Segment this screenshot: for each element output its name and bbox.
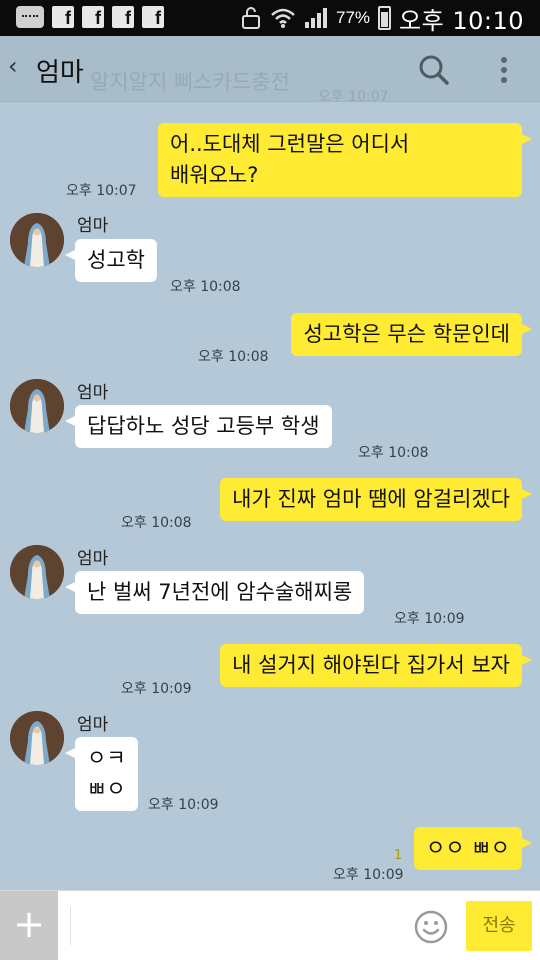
message-time: 오후 10:07 (66, 183, 137, 199)
message-text: 성고학은 무슨 학문인데 (303, 322, 510, 346)
notification-icons: f f f f (16, 6, 164, 28)
clock: 오후 10:10 (399, 6, 524, 35)
wifi-icon (271, 8, 295, 28)
message-text: 어..도대체 그런말은 어디서 (170, 132, 410, 156)
message-bubble-outgoing[interactable]: ㅇㅇ ㅃㅇ (414, 827, 532, 870)
avatar-image (10, 213, 64, 267)
message-text: 답답하노 성당 고등부 학생 (87, 414, 320, 438)
avatar-image (10, 711, 64, 765)
message-text: 내가 진짜 엄마 땜에 암걸리겠다 (232, 487, 510, 511)
battery-icon (378, 6, 392, 30)
message-time: 오후 10:08 (170, 279, 241, 295)
chat-title: 엄마 (36, 58, 84, 88)
sender-name: 엄마 (77, 216, 109, 236)
message-time: 오후 10:08 (198, 349, 269, 365)
avatar[interactable] (10, 213, 64, 267)
message-input[interactable] (70, 907, 400, 945)
avatar[interactable] (10, 379, 64, 433)
message-bubble-outgoing[interactable]: 내 설거지 해야된다 집가서 보자 (220, 644, 532, 687)
message-input-bar: + 전송 (0, 890, 540, 960)
message-bubble-incoming[interactable]: 난 벌써 7년전에 암수술해찌롱 (64, 571, 365, 614)
message-bubble-incoming[interactable]: 성고학 (65, 239, 157, 282)
search-icon[interactable] (418, 54, 450, 86)
avatar[interactable] (10, 711, 64, 765)
message-time: 오후 10:09 (148, 797, 219, 813)
message-text: ㅃㅇ (87, 777, 126, 801)
status-bar: f f f f 77% 오후 10:10 (0, 0, 540, 36)
message-bubble-incoming[interactable]: 답답하노 성당 고등부 학생 (65, 405, 332, 448)
lock-screen-icon (242, 7, 261, 29)
facebook-icon: f (52, 6, 74, 28)
message-bubble-outgoing[interactable]: 내가 진짜 엄마 땜에 암걸리겠다 (220, 478, 532, 521)
message-text: 성고학 (87, 248, 145, 272)
battery-percent: 77% (336, 8, 371, 27)
send-button[interactable]: 전송 (466, 901, 532, 951)
message-bubble-outgoing[interactable]: 성고학은 무슨 학문인데 (291, 313, 532, 356)
emoticon-icon[interactable] (414, 910, 448, 944)
facebook-icon: f (112, 6, 134, 28)
message-icon (16, 6, 44, 28)
notice-preview-text: 알지알지 삐스카드충전 (90, 70, 290, 94)
message-text: ㅇㅋ (87, 746, 126, 770)
sender-name: 엄마 (77, 549, 109, 569)
message-text: ㅇㅇ ㅃㅇ (426, 836, 510, 860)
chat-area[interactable]: 어..도대체 그런말은 어디서 배워오노? 오후 10:07 엄마 성고학 오후… (0, 103, 540, 890)
message-time: 오후 10:09 (121, 681, 192, 697)
chat-header: ‹ 엄마 알지알지 삐스카드충전 오후 10:07 (0, 36, 540, 105)
signal-icon (305, 8, 328, 28)
message-time: 오후 10:08 (358, 445, 429, 461)
more-menu-icon[interactable] (496, 54, 512, 86)
message-text: 내 설거지 해야된다 집가서 보자 (232, 653, 510, 677)
message-bubble-outgoing[interactable]: 어..도대체 그런말은 어디서 배워오노? (158, 123, 532, 197)
sender-name: 엄마 (77, 383, 109, 403)
message-text: 난 벌써 7년전에 암수술해찌롱 (87, 580, 353, 604)
message-time: 오후 10:08 (121, 515, 192, 531)
facebook-icon: f (142, 6, 164, 28)
avatar-image (10, 379, 64, 433)
unread-count: 1 (394, 848, 403, 863)
message-time: 오후 10:09 (394, 611, 465, 627)
avatar[interactable] (10, 545, 64, 599)
avatar-image (10, 545, 64, 599)
system-icons: 77% 오후 10:10 (240, 2, 524, 35)
sender-name: 엄마 (77, 715, 109, 735)
facebook-icon: f (82, 6, 104, 28)
back-icon[interactable]: ‹ (8, 52, 18, 80)
message-bubble-incoming[interactable]: ㅇㅋ ㅃㅇ (65, 737, 138, 811)
message-time: 오후 10:09 (333, 867, 404, 883)
attach-plus-button[interactable]: + (0, 891, 58, 960)
message-text: 배워오노? (170, 163, 259, 187)
